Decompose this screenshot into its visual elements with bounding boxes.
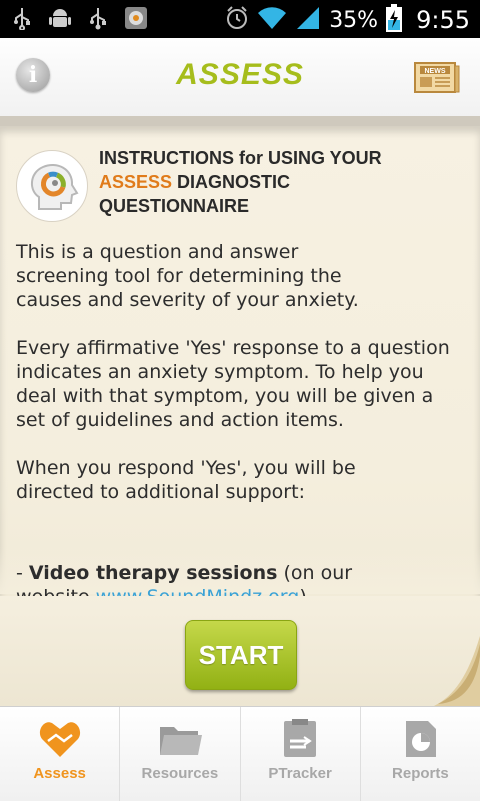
content-area: INSTRUCTIONS for USING YOUR ASSESS DIAGN… [0,116,480,706]
bullet-bold: Video therapy sessions [28,562,278,584]
heading-text: INSTRUCTIONS for USING YOUR [99,148,382,168]
tab-ptracker[interactable]: PTracker [241,707,361,801]
page-title: ASSESS [176,58,304,91]
head-gears-logo-icon [16,150,88,222]
app-header: i ASSESS NEWS [0,38,480,117]
paragraph: Every affirmative 'Yes' response to a qu… [16,337,450,431]
usb-icon [10,6,34,30]
status-bar: 35% 9:55 [0,0,480,38]
heading-accent: ASSESS [99,172,173,192]
tab-label: Reports [392,765,449,782]
instructions-panel[interactable]: INSTRUCTIONS for USING YOUR ASSESS DIAGN… [0,126,480,706]
battery-percent: 35% [329,7,379,33]
tab-resources[interactable]: Resources [120,707,241,801]
instructions-body: This is a question and answer screening … [16,240,456,528]
usb-icon [86,6,110,30]
android-debug-icon [48,6,72,30]
system-status: 35% 9:55 [225,4,470,36]
folder-icon [159,727,202,755]
heart-hands-icon [39,722,80,757]
tracker-icon [284,719,317,757]
tab-assess[interactable]: Assess [0,707,121,801]
bullet-rest: (on our [277,562,353,584]
report-icon [406,721,437,757]
tab-label: PTracker [268,765,332,782]
news-icon[interactable]: NEWS [414,60,460,94]
instructions-heading: INSTRUCTIONS for USING YOUR ASSESS DIAGN… [99,146,439,218]
wifi-icon [257,5,287,35]
news-label: NEWS [425,68,446,75]
app-notification-icon [124,6,148,30]
alarm-icon [225,5,249,35]
bottom-tab-bar: Assess Resources PTracker Reports [0,706,480,801]
tab-label: Resources [141,765,219,782]
battery-charging-icon [386,4,403,36]
bullet-prefix: - [16,562,29,584]
tab-reports[interactable]: Reports [361,707,480,801]
clock: 9:55 [416,6,470,34]
start-button[interactable]: START [185,620,297,690]
page-curl-icon [434,636,480,706]
notification-icons [10,6,148,30]
paragraph: This is a question and answer screening … [16,241,359,311]
tab-label: Assess [33,765,86,782]
bullet-item: - Video therapy sessions (on our [16,562,466,584]
signal-icon [295,5,321,35]
paragraph: When you respond 'Yes', you will be dire… [16,457,356,503]
